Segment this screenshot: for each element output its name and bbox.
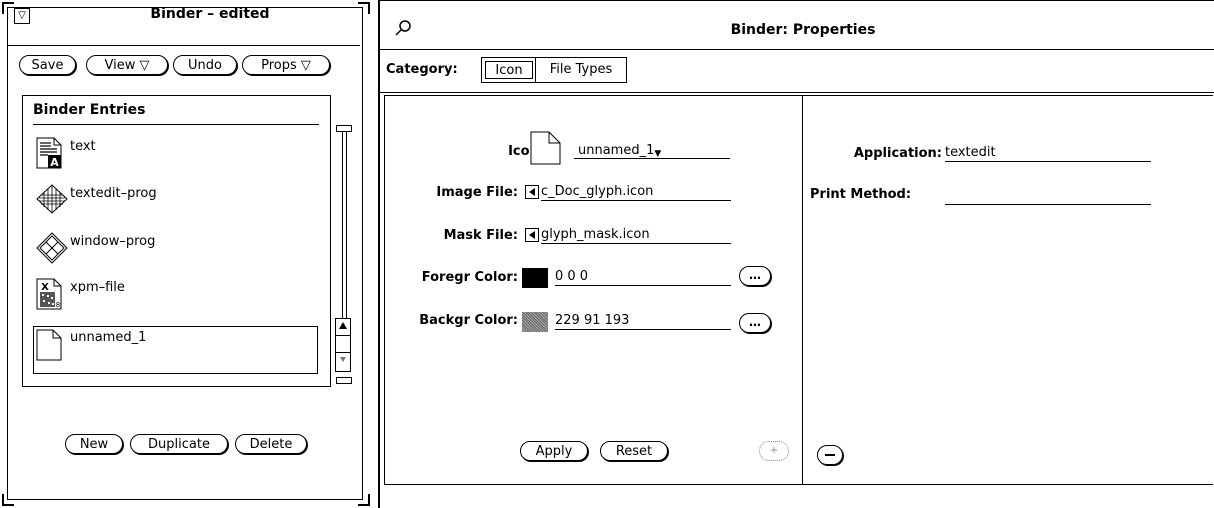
list-header: Binder Entries <box>33 102 146 118</box>
properties-title: Binder: Properties <box>730 22 876 38</box>
binder-window: ▽ Binder – edited Save View ▽ Undo Props… <box>0 0 372 508</box>
list-header-underline <box>33 124 319 125</box>
xpm-file-icon: X 8 <box>36 278 64 310</box>
remove-minus-icon[interactable] <box>817 445 843 465</box>
foreground-color-label: Foregr Color: <box>421 270 518 285</box>
category-option-icon[interactable]: Icon <box>485 61 533 79</box>
background-color-swatch <box>522 312 548 332</box>
list-item-label: textedit–prog <box>70 186 157 201</box>
window-menu-button[interactable]: ▽ <box>14 8 30 24</box>
list-item-label: xpm–file <box>70 280 125 295</box>
list-item-label: text <box>70 139 96 154</box>
add-circle-icon[interactable]: + <box>759 441 789 461</box>
category-label: Category: <box>386 62 458 77</box>
scrollbar[interactable] <box>333 125 353 387</box>
panel-divider <box>802 95 803 484</box>
list-item-label: window–prog <box>70 234 156 249</box>
icon-name-field[interactable]: unnamed_1▼ <box>574 142 730 159</box>
application-field[interactable]: textedit <box>945 144 1151 162</box>
icon-name-value: unnamed_1 <box>578 143 655 158</box>
svg-text:X: X <box>41 282 49 293</box>
icon-preview-doc-icon <box>530 131 562 169</box>
category-option-file-types[interactable]: File Types <box>536 61 626 79</box>
text-doc-icon: A <box>36 137 64 169</box>
apply-button[interactable]: Apply <box>520 441 588 461</box>
mask-file-label: Mask File: <box>443 228 518 243</box>
props-menu-button[interactable]: Props ▽ <box>242 55 330 75</box>
icon-label: Icon: <box>508 144 544 159</box>
background-color-chooser-button[interactable]: … <box>739 313 771 333</box>
new-button[interactable]: New <box>65 434 123 454</box>
svg-text:A: A <box>50 156 59 169</box>
reset-button[interactable]: Reset <box>600 441 668 461</box>
delete-button[interactable]: Delete <box>235 434 307 454</box>
scrollbar-bottom-cable-anchor[interactable] <box>336 377 352 384</box>
image-file-field[interactable]: c_Doc_glyph.icon <box>541 183 731 201</box>
print-method-label: Print Method: <box>810 187 912 202</box>
scroll-down-arrow-icon[interactable] <box>340 357 346 362</box>
category-divider <box>380 92 1214 93</box>
window-prog-icon <box>36 232 68 264</box>
properties-left-border <box>378 0 380 508</box>
pushpin-icon[interactable] <box>394 19 412 41</box>
properties-top-border <box>380 0 1214 15</box>
duplicate-button[interactable]: Duplicate <box>130 434 228 454</box>
save-button[interactable]: Save <box>19 55 76 75</box>
view-menu-button[interactable]: View ▽ <box>86 55 168 75</box>
application-label: Application: <box>853 146 942 161</box>
background-color-label: Backgr Color: <box>419 313 518 328</box>
scroll-left-arrow-icon[interactable] <box>525 185 539 199</box>
mask-file-field[interactable]: glyph_mask.icon <box>541 226 731 244</box>
textedit-prog-icon <box>36 184 68 214</box>
selected-list-item[interactable]: unnamed_1 <box>33 326 318 374</box>
blank-doc-icon <box>36 329 62 365</box>
properties-window: Binder: Properties Category: Icon File T… <box>378 0 1214 508</box>
category-setting[interactable]: Icon File Types <box>481 57 627 83</box>
foreground-color-field[interactable]: 0 0 0 <box>555 268 731 286</box>
image-file-label: Image File: <box>436 185 518 200</box>
print-method-field[interactable] <box>945 187 1151 205</box>
foreground-color-chooser-button[interactable]: … <box>739 266 771 286</box>
title-divider <box>8 45 360 46</box>
background-color-field[interactable]: 229 91 193 <box>555 312 731 330</box>
scrollbar-cable <box>342 131 347 327</box>
scroll-up-arrow-icon[interactable] <box>339 322 347 329</box>
title-divider <box>380 49 1214 50</box>
scroll-left-arrow-icon[interactable] <box>525 228 539 242</box>
text-cursor-icon: ▼ <box>654 149 662 159</box>
binder-title: Binder – edited <box>150 6 270 22</box>
svg-text:8: 8 <box>56 301 60 309</box>
list-item-label: unnamed_1 <box>70 330 147 345</box>
scrollbar-elevator[interactable] <box>335 318 351 372</box>
undo-button[interactable]: Undo <box>173 55 237 75</box>
foreground-color-swatch <box>522 268 548 288</box>
